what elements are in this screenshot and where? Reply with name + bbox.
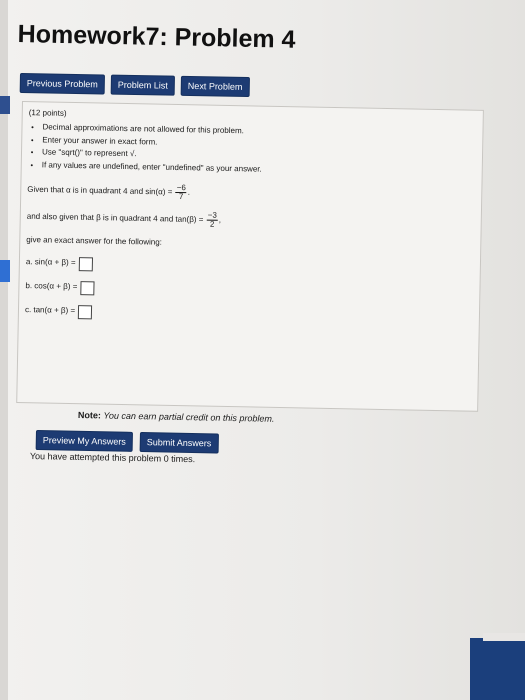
given-alpha-text: Given that α is in quadrant 4 and sin(α)…: [27, 184, 173, 197]
problem-list-button[interactable]: Problem List: [110, 74, 176, 96]
partial-credit-note: Note: You can earn partial credit on thi…: [78, 410, 275, 424]
answer-label: b. cos(α + β) =: [25, 281, 78, 292]
answer-input-a[interactable]: [78, 256, 93, 272]
note-label: Note:: [77, 410, 101, 421]
next-problem-button[interactable]: Next Problem: [180, 75, 250, 98]
answer-input-c[interactable]: [77, 304, 93, 320]
answer-row-b: b. cos(α + β) =: [25, 280, 471, 303]
sidebar-tab[interactable]: [0, 260, 10, 282]
denominator: 7: [178, 192, 184, 202]
exact-prompt: give an exact answer for the following:: [26, 235, 163, 247]
page-title: Homework7: Problem 4: [17, 20, 296, 54]
submit-answers-button[interactable]: Submit Answers: [139, 431, 219, 454]
problem-nav: Previous Problem Problem List Next Probl…: [19, 73, 250, 98]
given-alpha: Given that α is in quadrant 4 and sin(α)…: [27, 182, 191, 202]
given-beta: and also given that β is in quadrant 4 a…: [26, 210, 222, 229]
sidebar-tab[interactable]: [0, 96, 10, 114]
preview-answers-button[interactable]: Preview My Answers: [35, 430, 134, 452]
answer-input-b[interactable]: [80, 280, 95, 296]
answer-label: c. tan(α + β) =: [24, 305, 76, 316]
problem-panel: (12 points) Decimal approximations are n…: [16, 101, 484, 412]
given-beta-text: and also given that β is in quadrant 4 a…: [26, 211, 204, 225]
corner-cutout: [483, 633, 525, 641]
answer-actions: Preview My Answers Submit Answers: [35, 430, 219, 454]
denominator: 2: [209, 219, 215, 229]
corner-accent: [470, 638, 525, 700]
previous-problem-button[interactable]: Previous Problem: [19, 73, 106, 95]
answer-label: a. sin(α + β) =: [25, 257, 76, 268]
instructions-list: Decimal approximations are not allowed f…: [28, 122, 475, 180]
answer-row-a: a. sin(α + β) =: [26, 256, 472, 279]
screen: Homework7: Problem 4 Previous Problem Pr…: [0, 0, 525, 700]
attempts-text: You have attempted this problem 0 times.: [29, 451, 196, 465]
note-text: You can earn partial credit on this prob…: [103, 410, 275, 424]
answer-row-c: c. tan(α + β) =: [25, 304, 471, 327]
fraction: −3 2: [206, 211, 218, 229]
fraction: −6 7: [175, 183, 187, 202]
